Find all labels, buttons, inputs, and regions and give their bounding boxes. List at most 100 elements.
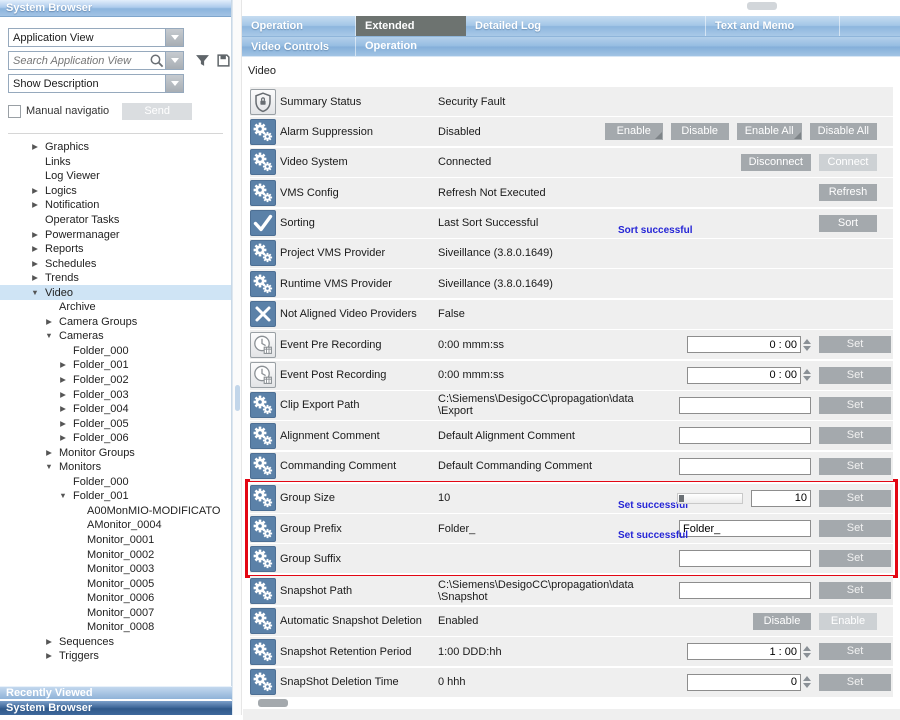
tree-item-monitor-groups[interactable]: ▶Monitor Groups (0, 445, 231, 460)
splitter-thumb[interactable] (235, 385, 240, 411)
search-dropdown-icon[interactable] (165, 52, 183, 69)
tree-collapsed-icon[interactable]: ▶ (29, 257, 41, 271)
tree-item-folder-000[interactable]: Folder_000 (0, 475, 231, 490)
snapshot-path-input[interactable] (679, 582, 811, 599)
snapshot-deletion-time-input[interactable] (687, 674, 801, 691)
tab-detailed-log[interactable]: Detailed Log (466, 16, 706, 36)
group-prefix-input[interactable] (679, 520, 811, 537)
horizontal-scrollbar-thumb[interactable] (258, 699, 288, 707)
tree-item-reports[interactable]: ▶Reports (0, 242, 231, 257)
disable-button[interactable]: Disable (753, 613, 811, 630)
event-pre-recording-input[interactable] (687, 336, 801, 353)
tree-collapsed-icon[interactable]: ▶ (29, 140, 41, 154)
description-mode-dropdown[interactable]: Show Description (8, 74, 184, 93)
tree-collapsed-icon[interactable]: ▶ (29, 184, 41, 198)
enable-button[interactable]: Enable (605, 123, 663, 140)
tree-item-notification[interactable]: ▶Notification (0, 198, 231, 213)
tab-text-and-memo[interactable]: Text and Memo (706, 16, 840, 36)
set-button[interactable]: Set (819, 550, 891, 567)
set-button[interactable]: Set (819, 397, 891, 414)
tree-item-folder-002[interactable]: ▶Folder_002 (0, 373, 231, 388)
tree-item-links[interactable]: Links (0, 155, 231, 170)
set-button[interactable]: Set (819, 643, 891, 660)
disable-all-button[interactable]: Disable All (810, 123, 877, 140)
set-button[interactable]: Set (819, 427, 891, 444)
slider-handle[interactable] (679, 495, 684, 502)
tree-item-sequences[interactable]: ▶Sequences (0, 635, 231, 650)
tree-item-folder-000[interactable]: Folder_000 (0, 344, 231, 359)
set-button[interactable]: Set (819, 520, 891, 537)
tree-expanded-icon[interactable]: ▼ (57, 489, 69, 503)
spinner-arrows[interactable] (803, 369, 811, 381)
tree-collapsed-icon[interactable]: ▶ (29, 228, 41, 242)
tree-item-monitor-0002[interactable]: Monitor_0002 (0, 547, 231, 562)
enable-button[interactable]: Enable (819, 613, 877, 630)
tree-collapsed-icon[interactable]: ▶ (29, 271, 41, 285)
set-button[interactable]: Set (819, 458, 891, 475)
manual-navigation-checkbox[interactable] (8, 105, 21, 118)
spin-up-icon[interactable] (803, 339, 811, 344)
set-button[interactable]: Set (819, 490, 891, 507)
tree-item-folder-005[interactable]: ▶Folder_005 (0, 416, 231, 431)
enable-all-button[interactable]: Enable All (737, 123, 802, 140)
disable-button[interactable]: Disable (671, 123, 729, 140)
tree-collapsed-icon[interactable]: ▶ (57, 417, 69, 431)
disconnect-button[interactable]: Disconnect (741, 154, 811, 171)
chevron-down-icon[interactable] (165, 75, 183, 92)
tree-collapsed-icon[interactable]: ▶ (43, 315, 55, 329)
system-browser-bar[interactable]: System Browser (0, 700, 232, 715)
tree-expanded-icon[interactable]: ▼ (43, 329, 55, 343)
commanding-comment-input[interactable] (679, 458, 811, 475)
group-size-slider[interactable] (677, 493, 743, 504)
search-input[interactable] (9, 55, 149, 67)
save-icon[interactable] (216, 53, 231, 68)
sort-button[interactable]: Sort (819, 215, 877, 232)
tree-item-logics[interactable]: ▶Logics (0, 184, 231, 199)
spin-up-icon[interactable] (803, 646, 811, 651)
tree-item-operator-tasks[interactable]: Operator Tasks (0, 213, 231, 228)
tree-expanded-icon[interactable]: ▼ (43, 460, 55, 474)
tree-collapsed-icon[interactable]: ▶ (29, 198, 41, 212)
spin-up-icon[interactable] (803, 676, 811, 681)
tree-item-log-viewer[interactable]: Log Viewer (0, 169, 231, 184)
view-selector-dropdown[interactable]: Application View (8, 28, 184, 47)
set-button[interactable]: Set (819, 336, 891, 353)
tab-operation[interactable]: Operation (242, 16, 356, 36)
tree-collapsed-icon[interactable]: ▶ (29, 242, 41, 256)
tree-item-monitor-0006[interactable]: Monitor_0006 (0, 591, 231, 606)
tree-item-amonitor-0004[interactable]: AMonitor_0004 (0, 518, 231, 533)
chevron-down-icon[interactable] (165, 29, 183, 46)
set-button[interactable]: Set (819, 367, 891, 384)
tree-item-folder-004[interactable]: ▶Folder_004 (0, 402, 231, 417)
spinner-arrows[interactable] (803, 339, 811, 351)
clip-export-path-input[interactable] (679, 397, 811, 414)
search-icon[interactable] (149, 53, 165, 69)
tree-item-monitor-0007[interactable]: Monitor_0007 (0, 606, 231, 621)
tab-extended-operation[interactable]: Extended Operation (356, 16, 466, 36)
recently-viewed-bar[interactable]: Recently Viewed (0, 686, 232, 699)
tree-collapsed-icon[interactable]: ▶ (43, 649, 55, 663)
connect-button[interactable]: Connect (819, 154, 877, 171)
snapshot-retention-period-input[interactable] (687, 643, 801, 660)
tree-item-graphics[interactable]: ▶Graphics (0, 140, 231, 155)
tree-item-trends[interactable]: ▶Trends (0, 271, 231, 286)
tree-item-monitors[interactable]: ▼Monitors (0, 460, 231, 475)
tree-item-monitor-0003[interactable]: Monitor_0003 (0, 562, 231, 577)
group-size-input[interactable] (751, 490, 811, 507)
spinner-arrows[interactable] (803, 676, 811, 688)
tree-expanded-icon[interactable]: ▼ (29, 286, 41, 300)
tree-item-monitor-0001[interactable]: Monitor_0001 (0, 533, 231, 548)
filter-icon[interactable] (195, 53, 210, 68)
tree-collapsed-icon[interactable]: ▶ (57, 388, 69, 402)
tree-item-monitor-0008[interactable]: Monitor_0008 (0, 620, 231, 635)
tree-collapsed-icon[interactable]: ▶ (57, 402, 69, 416)
panel-splitter[interactable] (232, 0, 242, 715)
tree-item-triggers[interactable]: ▶Triggers (0, 649, 231, 664)
tree-item-folder-006[interactable]: ▶Folder_006 (0, 431, 231, 446)
spin-down-icon[interactable] (803, 653, 811, 658)
tree-collapsed-icon[interactable]: ▶ (43, 446, 55, 460)
spin-down-icon[interactable] (803, 683, 811, 688)
group-suffix-input[interactable] (679, 550, 811, 567)
tree-item-a00monmio-modificato[interactable]: A00MonMIO-MODIFICATO (0, 504, 231, 519)
alignment-comment-input[interactable] (679, 427, 811, 444)
